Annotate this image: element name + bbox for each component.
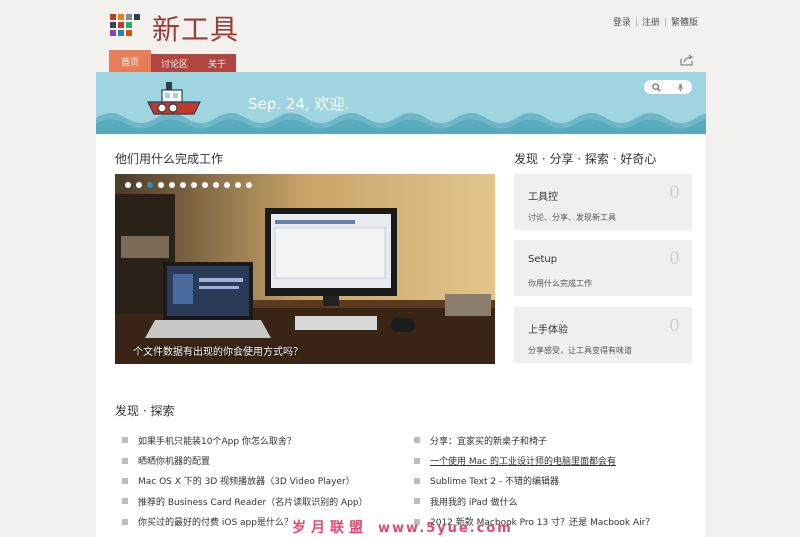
card-tools[interactable]: 工具控 讨论、分享、发现新工具 0 xyxy=(514,174,692,230)
card-setup[interactable]: Setup 你用什么完成工作 0 xyxy=(514,240,692,296)
welcome-banner: Sep. 24, 欢迎. xyxy=(96,72,706,134)
site-title[interactable]: 新工具 xyxy=(152,8,239,48)
login-link[interactable]: 登录 xyxy=(613,18,631,28)
search-icon[interactable] xyxy=(651,82,661,92)
tab-forum[interactable]: 讨论区 xyxy=(151,54,199,72)
slide-dot[interactable] xyxy=(246,182,252,188)
slide-dot[interactable] xyxy=(202,182,208,188)
list-item[interactable]: 一个使用 Mac 的工业设计师的电脑里面都会有 xyxy=(414,450,654,470)
share-icon[interactable] xyxy=(680,54,694,66)
list-item[interactable]: 分享：宜家买的新桌子和椅子 xyxy=(414,430,654,450)
list-item[interactable]: 我用我的 iPad 做什么 xyxy=(414,491,654,511)
traditional-chinese-link[interactable]: 繁體版 xyxy=(671,18,698,28)
list-item[interactable]: 晒晒你机器的配置 xyxy=(122,450,368,470)
site-logo[interactable] xyxy=(110,14,140,42)
list-item[interactable]: Sublime Text 2 - 不错的编辑器 xyxy=(414,471,654,491)
slide-dot[interactable] xyxy=(235,182,241,188)
card-count: 0 xyxy=(669,183,680,203)
list-item[interactable]: 如果手机只能装10个App 你怎么取舍？ xyxy=(122,430,368,450)
card-count: 0 xyxy=(669,316,680,336)
slide-dot[interactable] xyxy=(224,182,230,188)
watermark: 岁月联盟 www.5yue.com xyxy=(292,520,513,536)
slide-dot[interactable] xyxy=(125,182,131,188)
slide-dot[interactable] xyxy=(191,182,197,188)
card-subtitle: 讨论、分享、发现新工具 xyxy=(528,213,616,222)
main-tabs: 首页 讨论区 关于 xyxy=(109,50,237,72)
card-title: Setup xyxy=(528,254,558,265)
discover-title: 发现 · 分享 · 探索 · 好奇心 xyxy=(514,152,657,166)
tab-home[interactable]: 首页 xyxy=(109,50,152,72)
slide-dot[interactable] xyxy=(180,182,186,188)
register-link[interactable]: 注册 xyxy=(642,18,660,28)
slide-dot[interactable] xyxy=(169,182,175,188)
slide-dot[interactable] xyxy=(147,182,153,188)
search-box[interactable] xyxy=(644,80,692,94)
list-item[interactable]: Mac OS X 下的 3D 视频播放器（3D Video Player） xyxy=(122,471,368,491)
slide-dots xyxy=(125,182,252,188)
card-title: 上手体验 xyxy=(528,325,568,336)
boat-icon xyxy=(147,82,201,115)
card-count: 0 xyxy=(669,249,680,269)
featured-title: 他们用什么完成工作 xyxy=(115,152,224,166)
list-item[interactable]: 推荐的 Business Card Reader（名片读取识别的 App） xyxy=(122,491,368,511)
microphone-icon[interactable] xyxy=(676,83,685,92)
slide-dot[interactable] xyxy=(136,182,142,188)
explore-title: 发现 · 探索 xyxy=(115,404,175,418)
main-content: Sep. 24, 欢迎. 他们用什么完成工作 个文件数据有出现的你会使用方式吗？… xyxy=(96,72,706,537)
slide-dot[interactable] xyxy=(158,182,164,188)
slide-caption: 个文件数据有出现的你会使用方式吗？ xyxy=(133,347,303,358)
slide-dot[interactable] xyxy=(213,182,219,188)
welcome-text: Sep. 24, 欢迎. xyxy=(248,95,350,113)
tab-about[interactable]: 关于 xyxy=(198,54,237,72)
card-subtitle: 分享感受，让工具变得有味道 xyxy=(528,346,632,355)
top-links: 登录 | 注册 | 繁體版 xyxy=(612,18,698,28)
card-title: 工具控 xyxy=(528,192,558,203)
featured-slideshow[interactable]: 个文件数据有出现的你会使用方式吗？ xyxy=(115,174,495,364)
card-subtitle: 你用什么完成工作 xyxy=(528,279,592,288)
card-hands-on[interactable]: 上手体验 分享感受，让工具变得有味道 0 xyxy=(514,307,692,363)
desk-setup-photo xyxy=(115,174,495,364)
